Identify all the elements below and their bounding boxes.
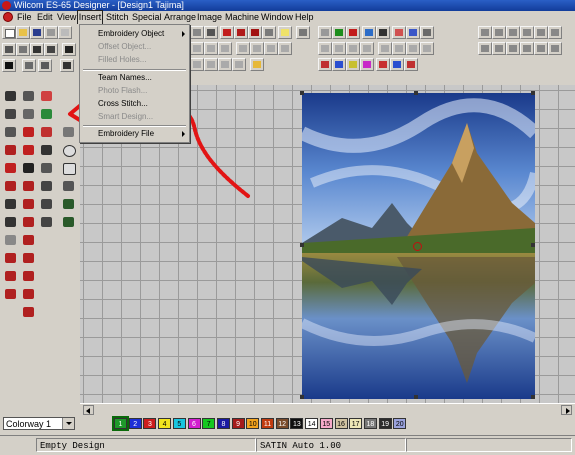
menu-item-filled-holes: Filled Holes...	[98, 55, 147, 64]
color-swatch[interactable]: 10	[246, 418, 260, 429]
color-palette-bar: Colorway 1 1 2 3 4 5 6 7 8 9 10 11 12 13 14 15 16 17 18 19…	[0, 415, 575, 435]
color-swatch[interactable]: 7	[202, 418, 216, 429]
color-swatch[interactable]: 15	[319, 418, 333, 429]
scroll-right-button[interactable]	[561, 405, 572, 415]
submenu-arrow-icon	[182, 31, 185, 37]
color-swatch[interactable]: 8	[216, 418, 230, 429]
insert-menu: Embroidery Object Offset Object... Fille…	[79, 24, 190, 143]
color-swatch[interactable]: 19	[378, 418, 392, 429]
colorway-value: Colorway 1	[6, 419, 52, 429]
menu-item-offset-object: Offset Object...	[98, 42, 152, 51]
color-swatch[interactable]: 6	[187, 418, 201, 429]
menu-item-embroidery-object[interactable]: Embroidery Object	[80, 27, 189, 40]
submenu-arrow-icon	[182, 131, 185, 137]
color-swatch[interactable]: 3	[143, 418, 157, 429]
chevron-down-icon[interactable]	[62, 418, 74, 429]
arrow-right-icon	[566, 408, 570, 414]
status-empty	[406, 438, 572, 452]
color-swatch[interactable]: 9	[231, 418, 245, 429]
color-swatch[interactable]: 17	[349, 418, 363, 429]
menu-item-smart-design: Smart Design...	[98, 112, 154, 121]
color-swatch[interactable]: 14	[305, 418, 319, 429]
color-swatch[interactable]: 4	[158, 418, 172, 429]
scroll-left-button[interactable]	[83, 405, 94, 415]
color-swatch[interactable]: 5	[172, 418, 186, 429]
color-swatch[interactable]: 11	[261, 418, 274, 429]
color-swatch[interactable]: 16	[334, 418, 348, 429]
menu-item-team-names[interactable]: Team Names...	[80, 71, 189, 84]
colorway-select[interactable]: Colorway 1	[3, 417, 75, 430]
color-swatch[interactable]: 18	[363, 418, 377, 429]
color-swatch[interactable]: 13	[290, 418, 304, 429]
status-stitch: SATIN Auto 1.00	[256, 438, 406, 452]
arrow-left-icon	[86, 408, 90, 414]
menu-item-cross-stitch[interactable]: Cross Stitch...	[80, 97, 189, 110]
color-swatch[interactable]: 12	[275, 418, 289, 429]
menu-item-photo-flash: Photo Flash...	[98, 86, 148, 95]
color-swatch[interactable]: 1	[112, 416, 129, 431]
menu-item-embroidery-file[interactable]: Embroidery File	[80, 127, 189, 140]
status-design: Empty Design	[36, 438, 256, 452]
color-swatch[interactable]: 20	[393, 418, 407, 429]
status-bar: Empty Design SATIN Auto 1.00	[0, 435, 575, 455]
color-swatch[interactable]: 2	[128, 418, 142, 429]
